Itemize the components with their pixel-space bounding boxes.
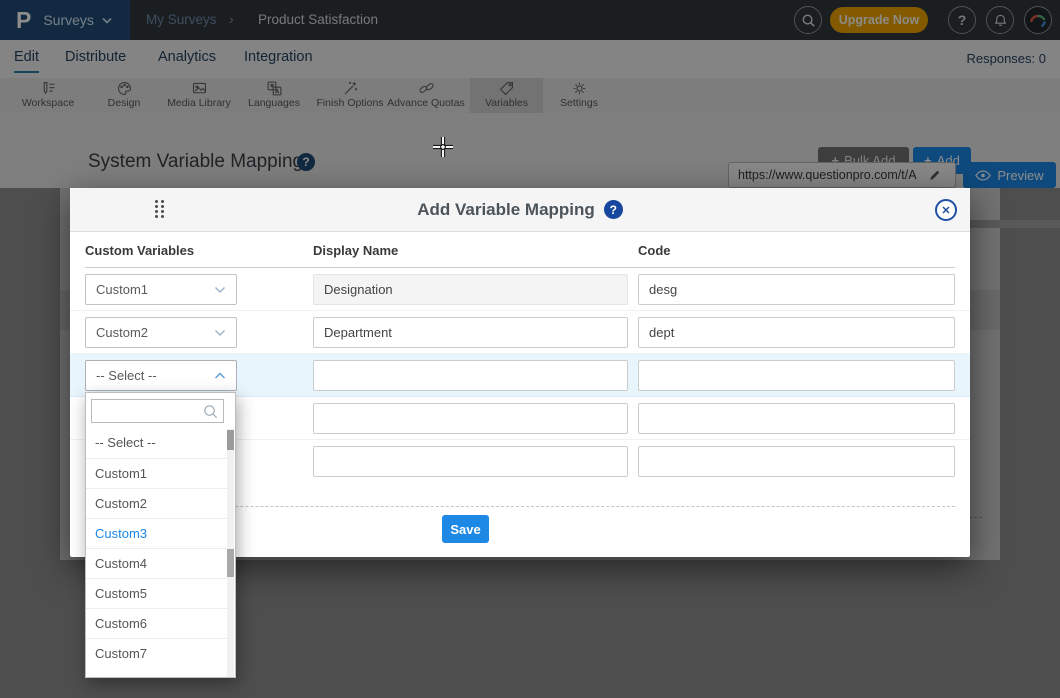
mapping-row: Custom1 <box>70 268 970 311</box>
display-name-input-1[interactable] <box>313 274 628 305</box>
close-icon[interactable]: ✕ <box>935 199 957 221</box>
scrollbar-thumb[interactable] <box>227 430 234 450</box>
chevron-up-icon <box>214 372 226 380</box>
search-icon <box>202 403 219 420</box>
app-window: P Surveys My Surveys › Product Satisfact… <box>0 0 1060 698</box>
custom-variable-select-3-open[interactable]: -- Select -- <box>85 360 237 391</box>
modal-title: Add Variable Mapping <box>417 200 595 220</box>
dropdown-option-list: -- Select -- Custom1 Custom2 Custom3 Cus… <box>86 428 229 668</box>
custom-variable-select-2[interactable]: Custom2 <box>85 317 237 348</box>
display-name-input-5[interactable] <box>313 446 628 477</box>
display-name-input-4[interactable] <box>313 403 628 434</box>
dropdown-option[interactable]: Custom7 <box>86 638 229 668</box>
column-header-code: Code <box>638 243 671 258</box>
drag-handle-icon[interactable] <box>155 200 164 221</box>
display-name-input-2[interactable] <box>313 317 628 348</box>
dropdown-search-input[interactable] <box>92 400 192 422</box>
chevron-down-icon <box>214 286 226 294</box>
display-name-input-3[interactable] <box>313 360 628 391</box>
chevron-down-icon <box>214 329 226 337</box>
mapping-row: Custom2 <box>70 311 970 354</box>
mapping-row-active: -- Select -- <box>70 354 970 397</box>
dropdown-option[interactable]: Custom5 <box>86 578 229 608</box>
code-input-4[interactable] <box>638 403 955 434</box>
code-input-2[interactable] <box>638 317 955 348</box>
dropdown-option[interactable]: -- Select -- <box>86 428 229 458</box>
dropdown-option-highlighted[interactable]: Custom3 <box>86 518 229 548</box>
modal-help-icon[interactable]: ? <box>604 200 623 219</box>
code-input-3[interactable] <box>638 360 955 391</box>
dropdown-option[interactable]: Custom1 <box>86 458 229 488</box>
mouse-move-cursor <box>431 135 455 159</box>
dropdown-option[interactable]: Custom6 <box>86 608 229 638</box>
code-input-5[interactable] <box>638 446 955 477</box>
dropdown-search-box <box>91 399 224 423</box>
column-header-custom-variables: Custom Variables <box>85 243 194 258</box>
mapping-column-headers: Custom Variables Display Name Code <box>85 232 955 268</box>
dropdown-scrollbar[interactable] <box>227 429 234 677</box>
custom-variable-select-1[interactable]: Custom1 <box>85 274 237 305</box>
save-button[interactable]: Save <box>442 515 489 543</box>
dropdown-option[interactable]: Custom4 <box>86 548 229 578</box>
column-header-display-name: Display Name <box>313 243 398 258</box>
custom-variable-dropdown-panel: -- Select -- Custom1 Custom2 Custom3 Cus… <box>85 392 236 678</box>
modal-header: Add Variable Mapping ? ✕ <box>70 188 970 232</box>
scrollbar-thumb[interactable] <box>227 549 234 577</box>
dropdown-option[interactable]: Custom2 <box>86 488 229 518</box>
code-input-1[interactable] <box>638 274 955 305</box>
